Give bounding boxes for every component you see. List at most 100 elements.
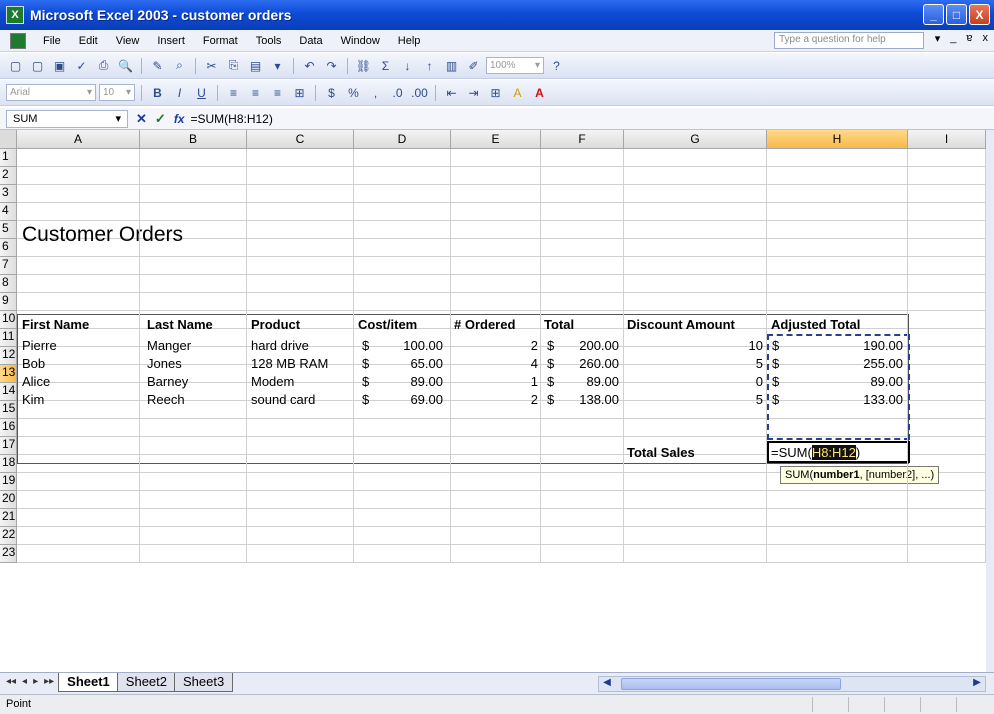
close-button[interactable]: X (969, 4, 990, 25)
tab-sheet1[interactable]: Sheet1 (58, 673, 119, 692)
decrease-decimal-button[interactable]: .00 (410, 84, 429, 102)
font-size-select[interactable]: 10 ▾ (99, 84, 135, 101)
row-header-2[interactable]: 2 (0, 167, 17, 185)
function-tooltip[interactable]: SUM(number1, [number2], ...) (780, 466, 940, 484)
name-box[interactable]: SUM ▾ (6, 109, 128, 128)
column-header-d[interactable]: D (354, 130, 451, 149)
row-header-15[interactable]: 15 (0, 401, 17, 419)
first-sheet-icon[interactable]: ◂◂ (6, 676, 16, 687)
align-center-icon[interactable]: ≡ (246, 84, 265, 102)
row-header-8[interactable]: 8 (0, 275, 17, 293)
menu-data[interactable]: Data (290, 35, 331, 47)
vertical-scrollbar[interactable] (986, 130, 994, 672)
sheet-heading[interactable]: Customer Orders (22, 223, 183, 247)
doc-minimize-button[interactable]: _ (950, 32, 956, 45)
row-header-17[interactable]: 17 (0, 437, 17, 455)
menu-tools[interactable]: Tools (247, 35, 291, 47)
menu-format[interactable]: Format (194, 35, 247, 47)
row-header-5[interactable]: 5 (0, 221, 17, 239)
column-header-b[interactable]: B (140, 130, 247, 149)
total-sales-label[interactable]: Total Sales (627, 444, 695, 461)
select-all-corner[interactable] (0, 130, 17, 149)
research-icon[interactable]: ⌕ (170, 57, 189, 75)
borders-icon[interactable]: ⊞ (486, 84, 505, 102)
chart-wizard-icon[interactable]: ▥ (442, 57, 461, 75)
spelling-icon[interactable]: ✎ (148, 57, 167, 75)
copy-icon[interactable]: ⎘ (224, 57, 243, 75)
row-header-4[interactable]: 4 (0, 203, 17, 221)
formula-input[interactable]: =SUM(H8:H12) (190, 112, 272, 126)
scroll-right-icon[interactable]: ▶ (969, 677, 985, 691)
column-header-e[interactable]: E (451, 130, 541, 149)
row-header-20[interactable]: 20 (0, 491, 17, 509)
row-header-21[interactable]: 21 (0, 509, 17, 527)
autosum-icon[interactable]: Σ (376, 57, 395, 75)
merge-center-icon[interactable]: ⊞ (290, 84, 309, 102)
scroll-left-icon[interactable]: ◀ (599, 677, 615, 691)
column-header-i[interactable]: I (908, 130, 986, 149)
column-header-g[interactable]: G (624, 130, 767, 149)
row-header-10[interactable]: 10 (0, 311, 17, 329)
cut-icon[interactable]: ✂ (202, 57, 221, 75)
menu-edit[interactable]: Edit (70, 35, 107, 47)
workbook-icon[interactable] (10, 32, 26, 49)
row-header-7[interactable]: 7 (0, 257, 17, 275)
menu-file[interactable]: File (34, 35, 70, 47)
column-header-f[interactable]: F (541, 130, 624, 149)
permission-icon[interactable]: ✓ (72, 57, 91, 75)
row-header-6[interactable]: 6 (0, 239, 17, 257)
column-header-a[interactable]: A (17, 130, 140, 149)
zoom-select[interactable]: 100% ▾ (486, 57, 544, 74)
ask-question-input[interactable]: Type a question for help (774, 32, 924, 49)
sort-ascending-icon[interactable]: ↓ (398, 57, 417, 75)
enter-icon[interactable]: ✓ (155, 111, 166, 127)
active-cell[interactable]: =SUM(H8:H12) (767, 441, 910, 463)
increase-decimal-button[interactable]: .0 (388, 84, 407, 102)
tab-sheet2[interactable]: Sheet2 (116, 673, 176, 692)
open-icon[interactable]: ▢ (28, 57, 47, 75)
menu-view[interactable]: View (107, 35, 149, 47)
doc-restore-button[interactable]: ɐ (966, 32, 972, 45)
doc-close-button[interactable]: x (983, 32, 989, 45)
print-icon[interactable]: ⎙ (94, 57, 113, 75)
row-header-18[interactable]: 18 (0, 455, 17, 473)
column-header-h[interactable]: H (767, 130, 908, 149)
drawing-icon[interactable]: ✐ (464, 57, 483, 75)
percent-button[interactable]: % (344, 84, 363, 102)
row-header-23[interactable]: 23 (0, 545, 17, 563)
fill-color-icon[interactable]: A (508, 84, 527, 102)
new-icon[interactable]: ▢ (6, 57, 25, 75)
row-header-11[interactable]: 11 (0, 329, 17, 347)
row-header-22[interactable]: 22 (0, 527, 17, 545)
underline-button[interactable]: U (192, 84, 211, 102)
paste-dropdown-icon[interactable]: ▾ (268, 57, 287, 75)
hyperlink-icon[interactable]: ⛓ (354, 57, 373, 75)
minimize-button[interactable]: _ (923, 4, 944, 25)
active-cell-editor[interactable]: =SUM(H8:H12) (771, 444, 860, 461)
redo-icon[interactable]: ↷ (322, 57, 341, 75)
last-sheet-icon[interactable]: ▸▸ (44, 676, 54, 687)
insert-function-icon[interactable]: fx (174, 112, 185, 126)
paste-icon[interactable]: ▤ (246, 57, 265, 75)
menu-help[interactable]: Help (389, 35, 430, 47)
column-header-c[interactable]: C (247, 130, 354, 149)
align-left-icon[interactable]: ≡ (224, 84, 243, 102)
row-header-3[interactable]: 3 (0, 185, 17, 203)
save-icon[interactable]: ▣ (50, 57, 69, 75)
currency-button[interactable]: $ (322, 84, 341, 102)
align-right-icon[interactable]: ≡ (268, 84, 287, 102)
italic-button[interactable]: I (170, 84, 189, 102)
bold-button[interactable]: B (148, 84, 167, 102)
comma-button[interactable]: , (366, 84, 385, 102)
font-select[interactable]: Arial ▾ (6, 84, 96, 101)
scroll-thumb[interactable] (621, 678, 841, 690)
menu-insert[interactable]: Insert (148, 35, 194, 47)
font-color-icon[interactable]: A (530, 84, 549, 102)
help-icon[interactable]: ? (547, 57, 566, 75)
prev-sheet-icon[interactable]: ◂ (22, 676, 27, 687)
decrease-indent-icon[interactable]: ⇤ (442, 84, 461, 102)
horizontal-scrollbar[interactable]: ◀ ▶ (598, 676, 986, 692)
sort-descending-icon[interactable]: ↑ (420, 57, 439, 75)
undo-icon[interactable]: ↶ (300, 57, 319, 75)
row-header-16[interactable]: 16 (0, 419, 17, 437)
